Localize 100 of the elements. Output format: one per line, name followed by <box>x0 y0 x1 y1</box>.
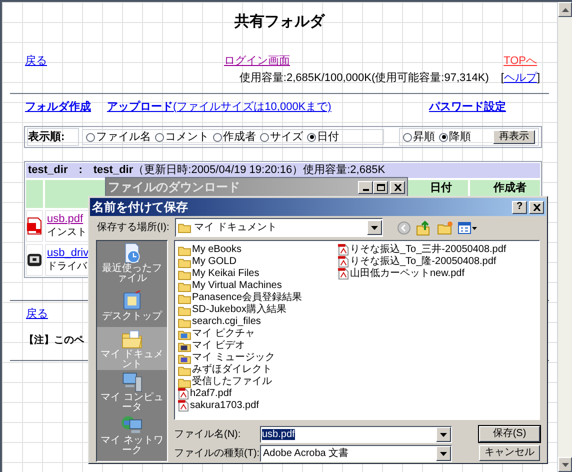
usage-text: 使用容量:2,685K/100,000K(使用可能容量:97,314K) <box>239 71 489 85</box>
scroll-up-icon[interactable] <box>562 8 568 12</box>
file-name[interactable]: みずほダイレクト <box>192 364 272 376</box>
close-button[interactable] <box>529 200 544 214</box>
filename-field[interactable]: usb.pdf <box>260 426 452 443</box>
pdf-file-icon <box>178 400 189 412</box>
close-button[interactable] <box>390 180 405 194</box>
file-name[interactable]: マイ ピクチャ <box>192 328 255 340</box>
video-folder-icon <box>178 340 191 352</box>
folder-icon <box>178 222 191 233</box>
up-folder-icon[interactable] <box>416 220 432 236</box>
dropdown-button[interactable] <box>436 427 451 442</box>
file-name[interactable]: My Keikai Files <box>192 268 260 280</box>
save-button[interactable]: 保存(S) <box>479 426 540 442</box>
radio-label: 降順 <box>449 130 471 145</box>
radio-button[interactable] <box>86 132 95 142</box>
radio-label: ファイル名 <box>96 130 151 145</box>
radio-button[interactable] <box>155 132 164 142</box>
pdf-file-icon <box>338 256 349 268</box>
file-link[interactable]: usb.pdf <box>47 213 84 226</box>
minimize-button[interactable] <box>358 180 373 194</box>
back-icon[interactable] <box>397 220 411 234</box>
file-link[interactable]: usb_driv <box>47 247 89 260</box>
folder-icon <box>178 268 191 280</box>
scrollbar[interactable] <box>557 2 572 472</box>
note-text: 【注】このペ <box>24 334 84 348</box>
file-name[interactable]: りそな振込_To_三井-20050408.pdf <box>350 244 506 256</box>
dropdown-button[interactable] <box>436 446 451 461</box>
place-item[interactable]: マイ ネットワーク <box>97 413 167 456</box>
file-name[interactable]: search.cgi_files <box>192 316 261 328</box>
radio-label: 日付 <box>317 130 339 145</box>
scroll-down-icon[interactable] <box>562 462 568 466</box>
cancel-button[interactable]: キャンセル <box>479 445 540 461</box>
file-name[interactable]: マイ ビデオ <box>192 340 245 352</box>
create-folder-link[interactable]: フォルダ作成 <box>25 100 91 114</box>
radio-button[interactable] <box>403 132 412 142</box>
place-item[interactable]: 最近使ったファイル <box>97 241 167 284</box>
file-name[interactable]: My GOLD <box>192 256 236 268</box>
view-menu-icon[interactable] <box>458 220 478 234</box>
computer-icon <box>121 370 143 392</box>
pdf-icon <box>27 217 42 235</box>
folder-icon <box>178 376 191 388</box>
help-button[interactable]: ? <box>512 200 527 214</box>
folder-icon <box>178 316 191 328</box>
dialog-title: ファイルのダウンロード <box>108 179 240 196</box>
close-icon <box>394 184 402 190</box>
help-link[interactable]: ヘルプ <box>504 71 537 85</box>
file-type-label: ファイルの種類(T): <box>174 446 260 461</box>
login-link[interactable]: ログイン画面 <box>224 54 290 68</box>
password-link[interactable]: パスワード設定 <box>429 100 506 114</box>
file-name[interactable]: SD-Jukebox購入結果 <box>192 304 286 316</box>
radio-label: コメント <box>165 130 209 145</box>
pdf-file-icon <box>178 388 189 400</box>
file-name[interactable]: 受信したファイル <box>192 376 272 388</box>
file-type-dropdown[interactable]: Adobe Acroba 文書 <box>260 445 452 462</box>
radio-button[interactable] <box>439 132 448 142</box>
radio-button[interactable] <box>260 132 269 142</box>
folder-icon <box>178 280 191 292</box>
radio-button[interactable] <box>213 132 222 142</box>
folder-icon <box>178 364 191 376</box>
folder-icon <box>178 256 191 268</box>
bracket-text: ] <box>536 72 540 85</box>
radio-label: 作成者 <box>223 130 256 145</box>
radio-label: 昇順 <box>413 130 435 145</box>
bracket-text: [ <box>500 71 504 85</box>
desktop-icon <box>121 290 143 312</box>
page-title: 共有フォルダ <box>234 12 324 32</box>
file-name[interactable]: My eBooks <box>192 244 242 256</box>
back-link[interactable]: 戻る <box>26 307 48 321</box>
caret-down-icon <box>440 452 447 456</box>
maximize-button[interactable] <box>373 180 388 194</box>
upload-link[interactable]: アップロード(ファイルサイズは10,000Kまで) <box>107 100 332 114</box>
file-name[interactable]: My Virtual Machines <box>192 280 282 292</box>
file-comment: ドライバ <box>47 260 87 273</box>
music-folder-icon <box>178 352 191 364</box>
dropdown-button[interactable] <box>367 220 382 235</box>
top-link[interactable]: TOPへ <box>504 54 537 68</box>
file-name[interactable]: sakura1703.pdf <box>190 400 259 412</box>
file-name[interactable]: h2af7.pdf <box>190 388 232 400</box>
file-name[interactable]: りそな振込_To_隆-20050408.pdf <box>350 256 496 268</box>
place-item[interactable]: デスクトップ <box>97 284 167 327</box>
caret-down-icon <box>371 226 378 230</box>
caret-down-icon <box>440 432 447 436</box>
folder-icon <box>178 244 191 256</box>
redisplay-button[interactable]: 再表示 <box>493 130 535 144</box>
place-item[interactable]: マイ コンピュータ <box>97 370 167 413</box>
file-name[interactable]: 山田低カーペットnew.pdf <box>350 268 464 280</box>
folder-header: test_dir : test_dir（更新日時:2005/04/19 19:20:16）使用容量:2,685K <box>26 163 540 178</box>
dialog-title: 名前を付けて保存 <box>92 199 188 216</box>
radio-button[interactable] <box>307 132 316 142</box>
file-name[interactable]: マイ ミュージック <box>192 352 275 364</box>
sort-label: 表示順: <box>27 128 79 146</box>
back-link[interactable]: 戻る <box>25 54 47 68</box>
location-label: 保存する場所(I): <box>97 220 170 235</box>
network-computer-icon <box>121 414 143 436</box>
file-name[interactable]: Panasence会員登録結果 <box>192 292 302 304</box>
document-folder-icon <box>121 328 143 350</box>
close-icon <box>532 204 540 210</box>
folder-icon <box>178 304 191 316</box>
location-dropdown[interactable]: マイ ドキュメント <box>175 218 383 237</box>
